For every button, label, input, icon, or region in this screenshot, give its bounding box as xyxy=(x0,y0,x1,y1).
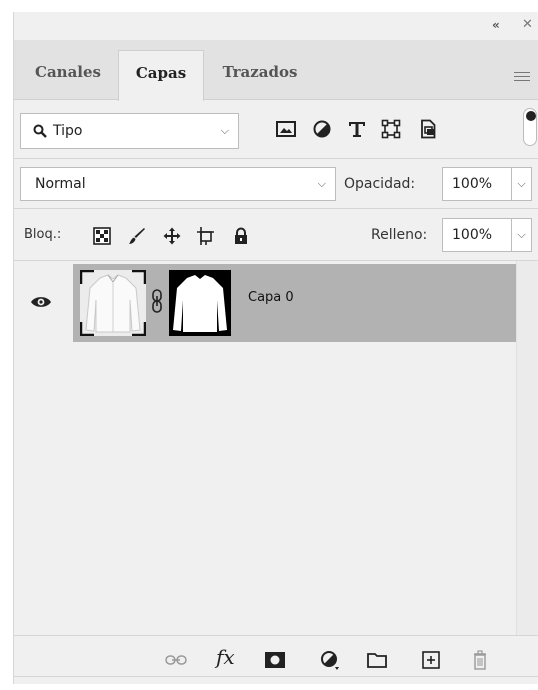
delete-layer-icon[interactable] xyxy=(469,650,491,670)
panel-tabbar: Canales Capas Trazados xyxy=(14,40,538,101)
fill-label: Relleno: xyxy=(371,227,428,243)
shirt-icon xyxy=(80,270,146,336)
filter-kind-select[interactable]: Tipo ⌵ xyxy=(20,113,239,149)
add-mask-icon[interactable] xyxy=(264,650,286,670)
tab-canales[interactable]: Canales xyxy=(24,50,112,100)
fill-input[interactable]: 100% xyxy=(442,218,512,252)
panel-menu-icon[interactable] xyxy=(514,72,530,83)
close-panel-button[interactable]: ✕ xyxy=(522,17,536,32)
layer-mask-thumbnail[interactable] xyxy=(169,270,231,336)
lock-row: Bloq.: Relleno: 100% ⌵ xyxy=(14,208,538,260)
new-layer-icon[interactable] xyxy=(420,650,442,670)
lock-position-icon[interactable] xyxy=(163,227,181,245)
chevron-down-icon: ⌵ xyxy=(220,124,229,137)
image-filter-icon[interactable] xyxy=(276,119,296,139)
layers-panel: « ✕ Canales Capas Trazados Tipo ⌵ Normal… xyxy=(13,12,538,684)
filter-row: Tipo ⌵ xyxy=(14,100,538,158)
layer-name[interactable]: Capa 0 xyxy=(248,264,294,332)
opacity-label: Opacidad: xyxy=(344,176,416,192)
bottom-divider xyxy=(14,676,538,677)
lock-image-pixels-icon[interactable] xyxy=(128,227,146,245)
new-group-icon[interactable] xyxy=(366,650,388,670)
lock-all-icon[interactable] xyxy=(232,227,250,245)
smart-object-filter-icon[interactable] xyxy=(418,119,438,139)
blend-mode-value: Normal xyxy=(35,176,86,192)
blend-mode-select[interactable]: Normal ⌵ xyxy=(20,167,336,201)
panel-title-strip: « ✕ xyxy=(14,12,538,40)
panel-resize-grip[interactable] xyxy=(262,678,284,684)
chevron-down-icon: ⌵ xyxy=(317,177,326,190)
search-icon xyxy=(33,124,47,138)
visibility-cell[interactable] xyxy=(14,264,73,342)
eye-icon[interactable] xyxy=(30,295,52,309)
fill-dropdown-button[interactable]: ⌵ xyxy=(511,218,532,252)
opacity-input[interactable]: 100% xyxy=(442,167,512,201)
layers-list: Capa 0 xyxy=(14,260,538,636)
shirt-mask-icon xyxy=(173,275,227,332)
lock-label: Bloq.: xyxy=(24,227,62,242)
lock-artboard-icon[interactable] xyxy=(197,227,215,245)
tab-capas[interactable]: Capas xyxy=(118,50,204,101)
layer-body[interactable]: Capa 0 xyxy=(73,264,516,342)
lock-transparent-pixels-icon[interactable] xyxy=(93,227,111,245)
tab-trazados[interactable]: Trazados xyxy=(208,50,312,100)
blend-row: Normal ⌵ Opacidad: 100% ⌵ xyxy=(14,158,538,208)
adjustment-layer-icon[interactable] xyxy=(319,650,341,670)
layer-thumbnail[interactable] xyxy=(80,270,146,336)
filter-kind-value: Tipo xyxy=(53,123,83,139)
filter-toggle-switch[interactable] xyxy=(523,108,537,146)
layer-row[interactable]: Capa 0 xyxy=(14,264,516,342)
adjustment-filter-icon[interactable] xyxy=(312,119,332,139)
layers-bottom-toolbar: fx xyxy=(14,635,538,684)
type-filter-icon[interactable] xyxy=(347,119,367,139)
layers-scrollbar[interactable] xyxy=(516,261,538,636)
mask-link-icon[interactable] xyxy=(151,289,163,313)
opacity-dropdown-button[interactable]: ⌵ xyxy=(511,167,532,201)
shape-filter-icon[interactable] xyxy=(381,119,401,139)
layer-style-icon[interactable]: fx xyxy=(216,646,238,668)
link-layers-icon[interactable] xyxy=(165,650,187,670)
collapse-panel-button[interactable]: « xyxy=(492,18,508,32)
